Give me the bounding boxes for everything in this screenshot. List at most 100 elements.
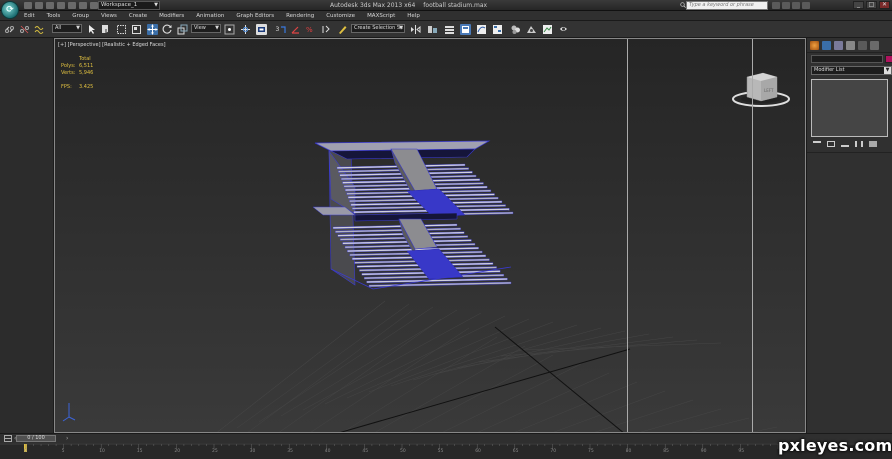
mirror-icon[interactable]	[410, 24, 421, 35]
show-end-result-icon[interactable]	[827, 141, 835, 147]
window-controls: _ □ ✕	[853, 1, 890, 9]
menu-item-maxscript[interactable]: MAXScript	[367, 13, 395, 19]
select-and-rotate-icon[interactable]	[162, 24, 173, 35]
workspace-dropdown[interactable]: Workspace_1 ▼	[98, 1, 160, 10]
object-color-swatch[interactable]	[885, 55, 892, 63]
percent-snap-icon[interactable]: %	[305, 24, 316, 35]
selection-filter-dropdown[interactable]: All ▼	[52, 24, 82, 33]
track-tick-label: 95	[738, 449, 745, 454]
selection-filter-value: All	[55, 25, 62, 31]
qa-dropdown-icon[interactable]	[90, 2, 98, 9]
menu-item-create[interactable]: Create	[129, 13, 147, 19]
quick-access-toolbar	[24, 2, 98, 9]
maximize-button[interactable]: □	[866, 1, 877, 9]
track-tick-label: 20	[174, 449, 181, 454]
hierarchy-tab-icon[interactable]	[834, 41, 843, 50]
search-input[interactable]: Type a keyword or phrase	[686, 1, 768, 10]
create-tab-icon[interactable]	[810, 41, 819, 50]
time-slider-thumb[interactable]: 0 / 100	[16, 435, 56, 442]
keyboard-shortcut-override-icon[interactable]	[256, 24, 267, 35]
divider	[807, 52, 892, 53]
window-crossing-icon[interactable]	[131, 24, 142, 35]
bind-spacewarp-icon[interactable]	[34, 24, 45, 35]
menu-item-edit[interactable]: Edit	[24, 13, 35, 19]
named-selection-dropdown[interactable]: Create Selection Se ▼	[351, 24, 405, 33]
menu-item-modifiers[interactable]: Modifiers	[159, 13, 184, 19]
time-slider[interactable]: ‹ 0 / 100 ›	[0, 433, 892, 443]
curve-editor-icon[interactable]	[476, 24, 487, 35]
perspective-viewport[interactable]: LEFT [+] [Perspective] [Realistic + Edge…	[54, 38, 806, 433]
window-title: Autodesk 3ds Max 2013 x64 football stadiu…	[330, 2, 487, 9]
menu-item-animation[interactable]: Animation	[196, 13, 224, 19]
pivot-center-icon[interactable]	[224, 24, 235, 35]
new-file-icon[interactable]	[24, 2, 32, 9]
modifier-list-dropdown[interactable]: Modifier List ▼	[811, 66, 892, 75]
close-button[interactable]: ✕	[879, 1, 890, 9]
menu-item-group[interactable]: Group	[72, 13, 89, 19]
track-tick-label: 80	[625, 449, 632, 454]
menu-item-rendering[interactable]: Rendering	[286, 13, 314, 19]
edit-named-selection-icon[interactable]	[337, 24, 348, 35]
save-file-icon[interactable]	[46, 2, 54, 9]
modifier-stack[interactable]	[811, 79, 888, 137]
layer-manager-icon[interactable]	[444, 24, 455, 35]
motion-tab-icon[interactable]	[846, 41, 855, 50]
remove-modifier-icon[interactable]	[855, 141, 863, 147]
chevron-down-icon: ▼	[154, 2, 158, 8]
display-tab-icon[interactable]	[858, 41, 867, 50]
communication-center-icon[interactable]	[782, 2, 790, 9]
pin-stack-icon[interactable]	[813, 141, 821, 147]
mini-curve-editor-icon[interactable]	[4, 435, 12, 442]
angle-snap-icon[interactable]	[290, 24, 301, 35]
object-name-field[interactable]	[811, 55, 883, 63]
configure-modifier-sets-icon[interactable]	[869, 141, 877, 147]
application-button[interactable]: ⟳	[1, 1, 19, 19]
make-unique-icon[interactable]	[841, 141, 849, 147]
reference-coordinate-dropdown[interactable]: View ▼	[191, 24, 221, 33]
select-and-manipulate-icon[interactable]	[240, 24, 251, 35]
help-icon[interactable]	[802, 2, 810, 9]
utilities-tab-icon[interactable]	[870, 41, 879, 50]
modify-tab-icon[interactable]	[822, 41, 831, 50]
redo-icon[interactable]	[68, 2, 76, 9]
track-bar[interactable]: 0 5 10 15 20 25 30 35 40 45 50 55 60 65 70 75 80 85 90 95	[0, 443, 892, 459]
stats-verts-value: 5,946	[79, 70, 94, 76]
menu-item-customize[interactable]: Customize	[326, 13, 355, 19]
chevron-right-icon[interactable]: ›	[66, 435, 68, 442]
material-editor-icon[interactable]	[510, 24, 521, 35]
select-by-name-icon[interactable]	[101, 24, 112, 35]
menu-item-views[interactable]: Views	[101, 13, 117, 19]
track-tick-label: 75	[588, 449, 594, 454]
menu-item-help[interactable]: Help	[407, 13, 420, 19]
align-icon[interactable]	[427, 24, 438, 35]
spinner-snap-icon[interactable]	[320, 24, 331, 35]
subscription-center-icon[interactable]	[772, 2, 780, 9]
select-and-move-icon[interactable]	[147, 24, 158, 35]
open-file-icon[interactable]	[35, 2, 43, 9]
select-and-scale-icon[interactable]	[177, 24, 188, 35]
link-icon[interactable]	[4, 24, 15, 35]
track-tick-label: 10	[99, 449, 105, 454]
minimize-button[interactable]: _	[853, 1, 864, 9]
render-production-icon[interactable]	[558, 24, 569, 35]
title-bar: Workspace_1 ▼ Autodesk 3ds Max 2013 x64 f…	[0, 0, 892, 11]
graphite-modeling-tools-icon[interactable]	[460, 24, 471, 35]
schematic-view-icon[interactable]	[492, 24, 503, 35]
favorites-icon[interactable]	[792, 2, 800, 9]
menu-item-tools[interactable]: Tools	[47, 13, 61, 19]
track-tick-label: 70	[550, 449, 557, 454]
rendered-frame-window-icon[interactable]	[542, 24, 553, 35]
project-folder-icon[interactable]	[79, 2, 87, 9]
viewport-label[interactable]: [+] [Perspective] [Realistic + Edged Fac…	[58, 42, 166, 48]
render-setup-icon[interactable]	[526, 24, 537, 35]
grid-axis-x	[494, 326, 624, 432]
chevron-down-icon: ▼	[76, 25, 80, 31]
named-selection-value: Create Selection Se	[354, 25, 404, 31]
menu-item-graph-editors[interactable]: Graph Editors	[236, 13, 274, 19]
snaps-toggle-icon[interactable]: 3	[275, 24, 286, 35]
unlink-icon[interactable]	[19, 24, 30, 35]
app-title: Autodesk 3ds Max 2013 x64	[330, 2, 416, 9]
select-object-icon[interactable]	[86, 24, 97, 35]
undo-icon[interactable]	[57, 2, 65, 9]
rectangular-selection-icon[interactable]	[116, 24, 127, 35]
